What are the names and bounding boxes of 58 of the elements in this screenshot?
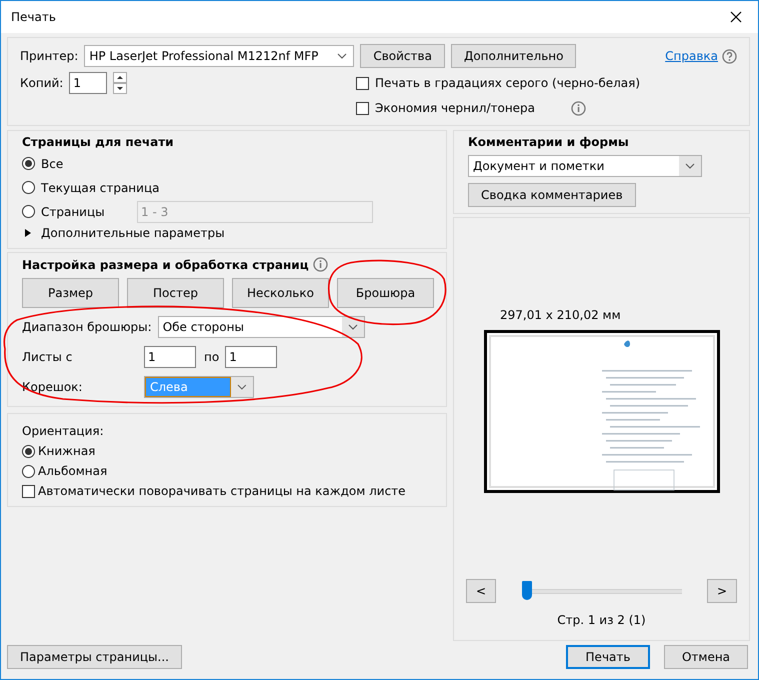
page-setup-button[interactable]: Параметры страницы... bbox=[7, 645, 182, 669]
triangle-right-icon[interactable] bbox=[24, 229, 31, 237]
chevron-down-icon bbox=[237, 384, 247, 390]
page-counter: Стр. 1 из 2 (1) bbox=[557, 613, 646, 627]
properties-button[interactable]: Свойства bbox=[360, 44, 445, 68]
help-icon bbox=[722, 48, 737, 64]
mode-button[interactable]: Постер bbox=[127, 278, 224, 308]
printer-dropdown[interactable]: HP LaserJet Professional M1212nf MFP bbox=[84, 45, 354, 67]
radio-button[interactable] bbox=[22, 181, 35, 194]
advanced-button[interactable]: Дополнительно bbox=[450, 44, 576, 68]
window-title: Печать bbox=[11, 10, 56, 24]
chevron-down-icon bbox=[685, 163, 695, 169]
cancel-button[interactable]: Отмена bbox=[664, 645, 748, 669]
close-icon[interactable] bbox=[730, 11, 742, 23]
comments-dropdown[interactable]: Документ и пометки bbox=[468, 155, 702, 177]
section-title: Комментарии и формы bbox=[468, 135, 630, 149]
section-title: Настройка размера и обработка страниц bbox=[22, 258, 309, 272]
next-page-button[interactable]: > bbox=[707, 579, 737, 603]
radio-button[interactable] bbox=[22, 444, 35, 458]
mode-button[interactable]: Размер bbox=[22, 278, 119, 308]
expander-label[interactable]: Дополнительные параметры bbox=[41, 226, 225, 240]
previous-page-button[interactable]: < bbox=[466, 579, 496, 603]
checkbox[interactable] bbox=[356, 76, 369, 90]
mode-button[interactable]: Брошюра bbox=[337, 278, 434, 308]
sheets-from-field[interactable]: 1 bbox=[144, 346, 196, 368]
print-button[interactable]: Печать bbox=[566, 645, 650, 669]
field-label: Копий: bbox=[20, 76, 64, 90]
help-link[interactable]: Справка bbox=[665, 49, 718, 63]
radio-label: Книжная bbox=[38, 444, 96, 458]
checkbox[interactable] bbox=[22, 484, 35, 498]
sheets-to-field[interactable]: 1 bbox=[225, 346, 278, 368]
checkbox-label: Печать в градациях серого (черно-белая) bbox=[375, 76, 640, 90]
radio-label: Текущая страница bbox=[41, 180, 160, 194]
section-title: Ориентация: bbox=[22, 424, 105, 438]
summarize-comments-button[interactable]: Сводка комментариев bbox=[468, 183, 636, 207]
field-label: Принтер: bbox=[20, 49, 78, 63]
field-label: Диапазон брошюры: bbox=[22, 320, 152, 334]
radio-label: Альбомная bbox=[38, 464, 108, 478]
radio-button[interactable] bbox=[22, 464, 35, 478]
radio-label: Страницы bbox=[41, 204, 106, 218]
section-title: Страницы для печати bbox=[22, 135, 175, 149]
radio-button[interactable] bbox=[22, 157, 35, 170]
checkbox[interactable] bbox=[356, 102, 369, 114]
copies-field[interactable]: 1 bbox=[69, 72, 108, 94]
checkbox-label: Автоматически поворачивать страницы на каждом листе bbox=[38, 484, 406, 498]
spinner-icon[interactable] bbox=[113, 72, 128, 94]
field-label: Листы с bbox=[22, 350, 74, 364]
chevron-down-icon bbox=[348, 324, 358, 330]
slider-thumb[interactable] bbox=[522, 581, 532, 600]
checkbox-label: Экономия чернил/тонера bbox=[375, 101, 536, 115]
page-size-label: 297,01 x 210,02 мм bbox=[500, 308, 621, 322]
field-label: по bbox=[204, 350, 220, 364]
field-label: Корешок: bbox=[22, 380, 84, 394]
info-icon bbox=[312, 257, 328, 272]
radio-label: Все bbox=[41, 156, 64, 170]
chevron-down-icon bbox=[337, 53, 348, 59]
mode-button[interactable]: Несколько bbox=[232, 278, 329, 308]
booklet-range-dropdown[interactable]: Обе стороны bbox=[158, 316, 365, 338]
